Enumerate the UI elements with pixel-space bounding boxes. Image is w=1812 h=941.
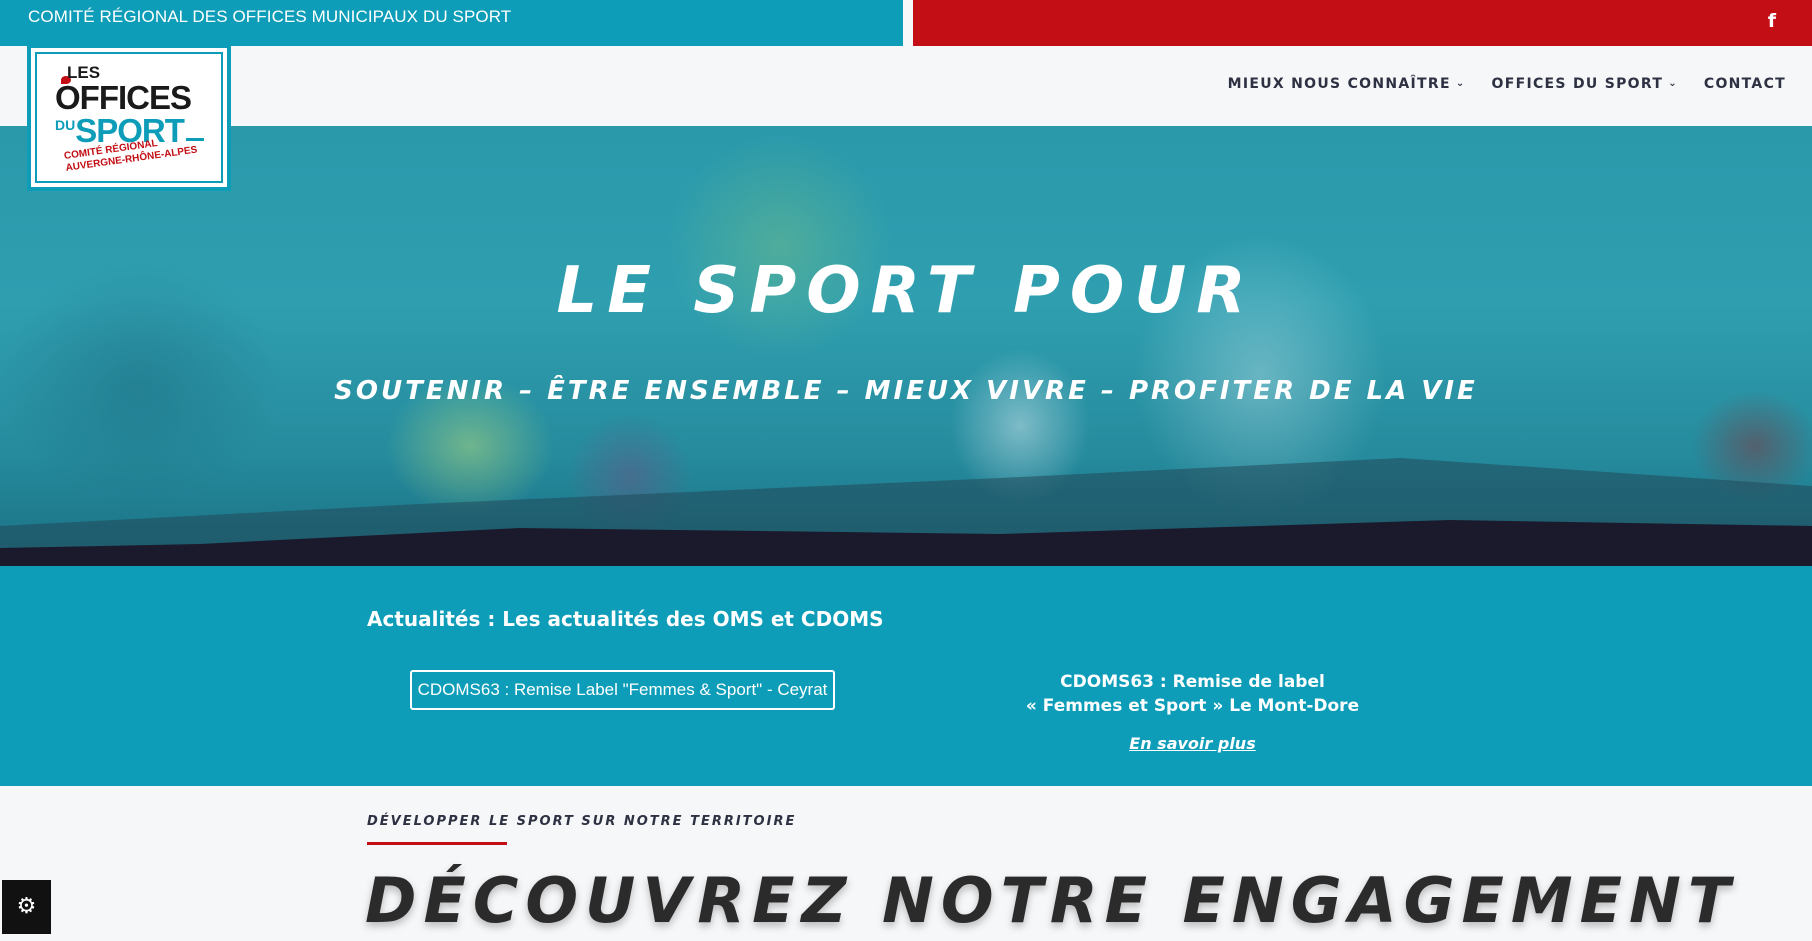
social-bar: f (913, 0, 1812, 46)
news-item-title: CDOMS63 : Remise de label « Femmes et Sp… (1000, 670, 1385, 718)
top-bar: COMITÉ RÉGIONAL DES OFFICES MUNICIPAUX D… (0, 0, 1812, 46)
logo-line-du: DU (55, 117, 76, 133)
chevron-down-icon: ⌄ (1455, 77, 1466, 89)
logo-line-offices: OFFICES (55, 79, 192, 116)
news-item-button[interactable]: CDOMS63 : Remise Label "Femmes & Sport" … (410, 670, 835, 710)
site-logo[interactable]: LES OFFICES DUSPORT COMITÉ RÉGIONAL AUVE… (27, 44, 231, 191)
nav-item-label: CONTACT (1703, 76, 1786, 92)
gear-icon[interactable]: ⚙ (2, 880, 51, 934)
chevron-down-icon: ⌄ (1668, 77, 1678, 89)
section-kicker: DÉVELOPPER LE SPORT SUR NOTRE TERRITOIRE (367, 814, 797, 829)
news-item-line2: « Femmes et Sport » Le Mont-Dore (1025, 696, 1360, 716)
engagement-section: DÉVELOPPER LE SPORT SUR NOTRE TERRITOIRE… (0, 786, 1812, 941)
read-more-link[interactable]: En savoir plus (1000, 734, 1385, 753)
kicker-underline (367, 842, 507, 845)
hero-banner: LE SPORT POUR SOUTENIR – ÊTRE ENSEMBLE –… (0, 126, 1812, 566)
nav-item-offices[interactable]: OFFICES DU SPORT ⌄ (1492, 76, 1678, 92)
facebook-icon[interactable]: f (1768, 10, 1776, 32)
news-heading: Actualités : Les actualités des OMS et C… (367, 607, 884, 631)
nav-item-contact[interactable]: CONTACT (1704, 76, 1786, 92)
site-header: MIEUX NOUS CONNAÎTRE ⌄ OFFICES DU SPORT … (0, 46, 1812, 126)
logo-wordmark: LES OFFICES DUSPORT COMITÉ RÉGIONAL AUVE… (55, 64, 204, 175)
topbar-divider (903, 0, 913, 46)
nav-item-label: OFFICES DU SPORT (1491, 76, 1664, 92)
organization-banner: COMITÉ RÉGIONAL DES OFFICES MUNICIPAUX D… (0, 0, 903, 46)
news-item-line1: CDOMS63 : Remise de label (1060, 672, 1325, 692)
section-title: DÉCOUVREZ NOTRE ENGAGEMENT (365, 864, 1738, 937)
main-nav: MIEUX NOUS CONNAÎTRE ⌄ OFFICES DU SPORT … (1202, 76, 1786, 92)
news-band: Actualités : Les actualités des OMS et C… (0, 566, 1812, 786)
nav-item-label: MIEUX NOUS CONNAÎTRE (1227, 76, 1451, 92)
logo-frame: LES OFFICES DUSPORT COMITÉ RÉGIONAL AUVE… (31, 48, 227, 187)
hero-subtitle: SOUTENIR – ÊTRE ENSEMBLE – MIEUX VIVRE –… (334, 376, 1478, 406)
hero-wave-divider (0, 458, 1812, 566)
nav-item-about[interactable]: MIEUX NOUS CONNAÎTRE ⌄ (1228, 76, 1466, 92)
hero-title: LE SPORT POUR (556, 254, 1256, 328)
